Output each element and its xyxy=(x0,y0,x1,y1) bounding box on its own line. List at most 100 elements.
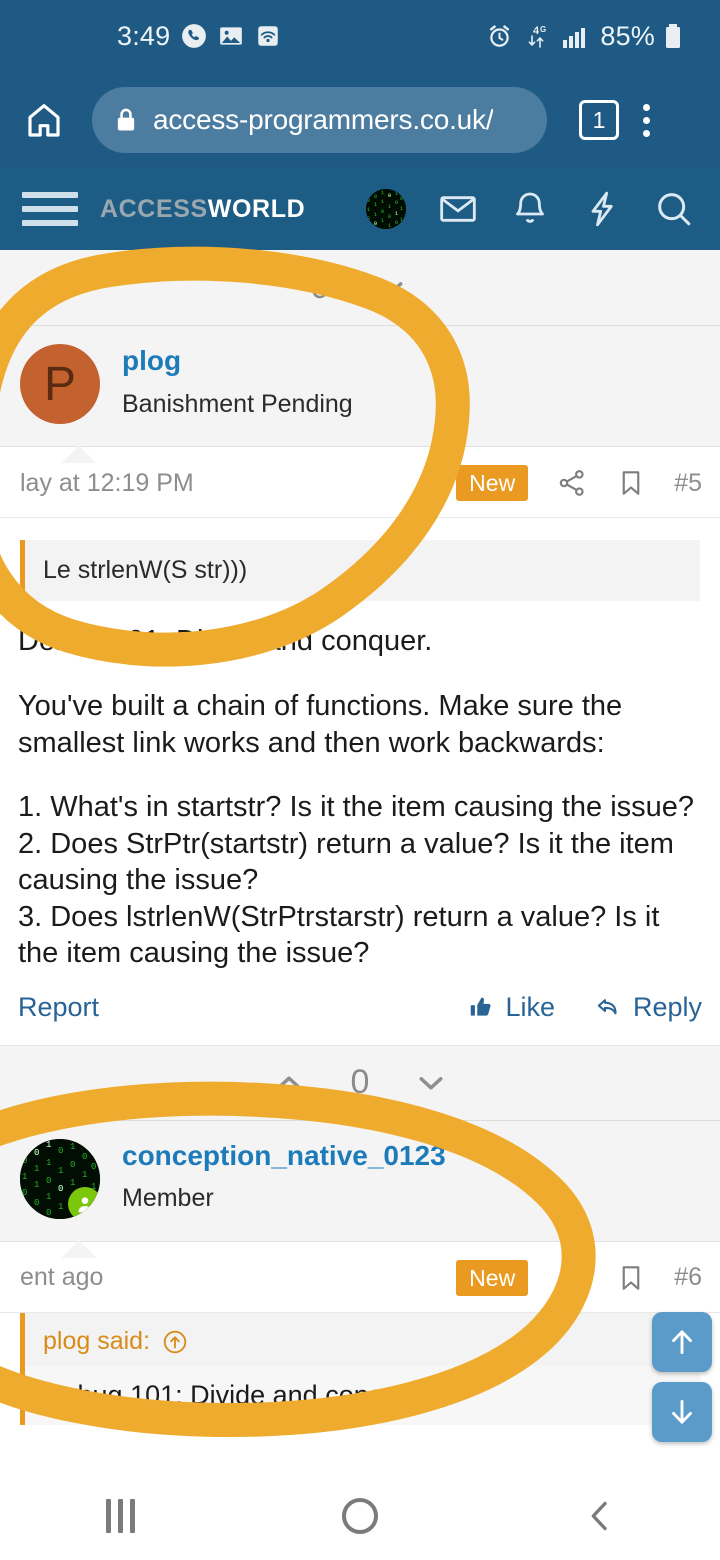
svg-text:1: 1 xyxy=(395,211,398,217)
vote-bar-top[interactable]: 0 xyxy=(0,250,720,326)
svg-text:0: 0 xyxy=(374,194,377,200)
svg-text:0: 0 xyxy=(58,1146,63,1156)
home-button[interactable] xyxy=(240,1498,480,1534)
svg-text:0: 0 xyxy=(91,1162,96,1172)
tab-count-button[interactable]: 1 xyxy=(579,100,619,140)
kebab-menu-icon[interactable] xyxy=(619,103,673,137)
scroll-to-bottom-button[interactable] xyxy=(652,1382,712,1442)
network-4g-icon: 4 G xyxy=(528,25,547,48)
arrow-up-icon xyxy=(672,1330,692,1355)
svg-text:1: 1 xyxy=(22,1142,27,1152)
phone-call-icon xyxy=(182,24,207,48)
user-avatar[interactable]: 1010 0110 1101 0101 1010 011 001 xyxy=(366,189,406,229)
post-author-title: Member xyxy=(122,1184,214,1213)
status-bar-right: 4 G 85% xyxy=(486,21,696,52)
status-badge: New xyxy=(456,465,529,502)
svg-text:1: 1 xyxy=(46,1192,51,1202)
post-author-link[interactable]: conception_native_0123 xyxy=(122,1139,446,1173)
bell-icon[interactable] xyxy=(510,189,550,229)
lock-icon xyxy=(117,108,135,131)
person-icon xyxy=(78,1197,92,1212)
site-logo[interactable]: ACCESSWORLD xyxy=(100,195,305,224)
svg-text:1: 1 xyxy=(70,1178,75,1188)
url-bar[interactable]: access-programmers.co.uk/ xyxy=(92,87,547,153)
envelope-icon[interactable] xyxy=(438,189,478,229)
svg-text:0: 0 xyxy=(381,209,384,215)
svg-text:1: 1 xyxy=(58,1166,63,1176)
bookmark-icon[interactable] xyxy=(616,468,646,498)
like-button[interactable]: Like xyxy=(467,992,555,1023)
post-body-5: Debug 101: Divide and conquer. You've bu… xyxy=(0,601,720,971)
svg-text:1: 1 xyxy=(34,1180,39,1190)
quote-author-label: plog said: xyxy=(43,1327,151,1356)
jump-to-quote-icon[interactable] xyxy=(162,1329,188,1355)
search-icon[interactable] xyxy=(654,189,694,229)
post-header-plog: P plog Banishment Pending xyxy=(0,326,720,463)
svg-text:1: 1 xyxy=(381,218,384,224)
svg-text:0: 0 xyxy=(58,1184,63,1194)
svg-text:0: 0 xyxy=(388,193,391,199)
post-author-link[interactable]: plog xyxy=(122,344,353,378)
chevron-down-icon[interactable] xyxy=(413,1065,449,1101)
lightning-icon[interactable] xyxy=(582,189,622,229)
post-date[interactable]: ent ago xyxy=(20,1263,103,1292)
brand-second: WORLD xyxy=(207,194,306,223)
avatar[interactable]: 10101 0110 11010 0101 1010 0110 1010 000… xyxy=(20,1138,100,1219)
share-icon[interactable] xyxy=(556,1262,588,1294)
nav-icon-group: 1010 0110 1101 0101 1010 011 001 xyxy=(366,189,698,229)
post-number[interactable]: #5 xyxy=(674,469,702,498)
svg-text:0: 0 xyxy=(46,1176,51,1186)
scroll-to-top-button[interactable] xyxy=(652,1312,712,1372)
post-action-row-5: Report Like Reply xyxy=(0,972,720,1045)
scroll-button-group xyxy=(652,1312,712,1442)
svg-text:1: 1 xyxy=(46,1158,51,1168)
chevron-down-icon[interactable] xyxy=(373,270,409,306)
brand-first: ACCESS xyxy=(100,194,208,223)
post-number[interactable]: #6 xyxy=(674,1263,702,1292)
avatar[interactable]: P xyxy=(20,344,100,424)
android-navigation-bar xyxy=(0,1472,720,1560)
thumbs-up-icon xyxy=(471,997,491,1016)
svg-text:0: 0 xyxy=(70,1160,75,1170)
share-icon[interactable] xyxy=(556,467,588,499)
vote-count-mid: 0 xyxy=(350,1063,370,1102)
post-paragraph-2: You've built a chain of functions. Make … xyxy=(18,689,623,759)
svg-text:0: 0 xyxy=(22,1156,27,1166)
svg-text:1: 1 xyxy=(381,199,384,205)
reply-button[interactable]: Reply xyxy=(593,992,702,1023)
home-icon xyxy=(342,1498,378,1534)
svg-text:0: 0 xyxy=(34,1148,39,1158)
home-button[interactable] xyxy=(18,100,70,140)
report-link[interactable]: Report xyxy=(18,992,99,1023)
reply-label: Reply xyxy=(632,991,702,1022)
vote-bar-mid[interactable]: 0 xyxy=(0,1044,720,1121)
svg-text:1: 1 xyxy=(367,191,370,197)
post-paragraph-1: Debug 101: Divide and conquer. xyxy=(18,625,433,658)
bookmark-icon[interactable] xyxy=(616,1263,646,1293)
online-status-badge xyxy=(68,1186,100,1219)
post-date[interactable]: lay at 12:19 PM xyxy=(20,469,194,498)
arrow-down-icon xyxy=(672,1399,692,1424)
svg-text:0: 0 xyxy=(400,196,403,202)
post-meta-row-6: ent ago New #6 xyxy=(0,1241,720,1314)
svg-text:1: 1 xyxy=(70,1142,75,1152)
back-button[interactable] xyxy=(480,1496,720,1536)
status-badge: New xyxy=(456,1259,529,1297)
svg-text:0: 0 xyxy=(374,221,377,227)
post-header-conception: 10101 0110 11010 0101 1010 0110 1010 000… xyxy=(0,1120,720,1258)
status-bar: 3:49 4 G 85% xyxy=(0,0,720,72)
svg-text:0: 0 xyxy=(395,200,398,206)
svg-text:1: 1 xyxy=(374,202,377,208)
hamburger-icon[interactable] xyxy=(22,192,78,226)
site-navbar: ACCESSWORLD 1010 0110 1101 0101 1010 011… xyxy=(0,168,720,250)
recents-button[interactable] xyxy=(0,1499,240,1533)
quote-attribution[interactable]: plog said: xyxy=(20,1313,700,1367)
post-author-title: Banishment Pending xyxy=(122,389,353,418)
chevron-up-icon[interactable] xyxy=(271,1065,307,1101)
signal-bars-icon xyxy=(563,27,586,48)
reply-arrow-icon xyxy=(597,999,617,1015)
like-label: Like xyxy=(505,991,555,1022)
svg-text:1: 1 xyxy=(58,1202,63,1212)
svg-text:1: 1 xyxy=(388,204,391,210)
svg-text:0: 0 xyxy=(34,1198,39,1208)
